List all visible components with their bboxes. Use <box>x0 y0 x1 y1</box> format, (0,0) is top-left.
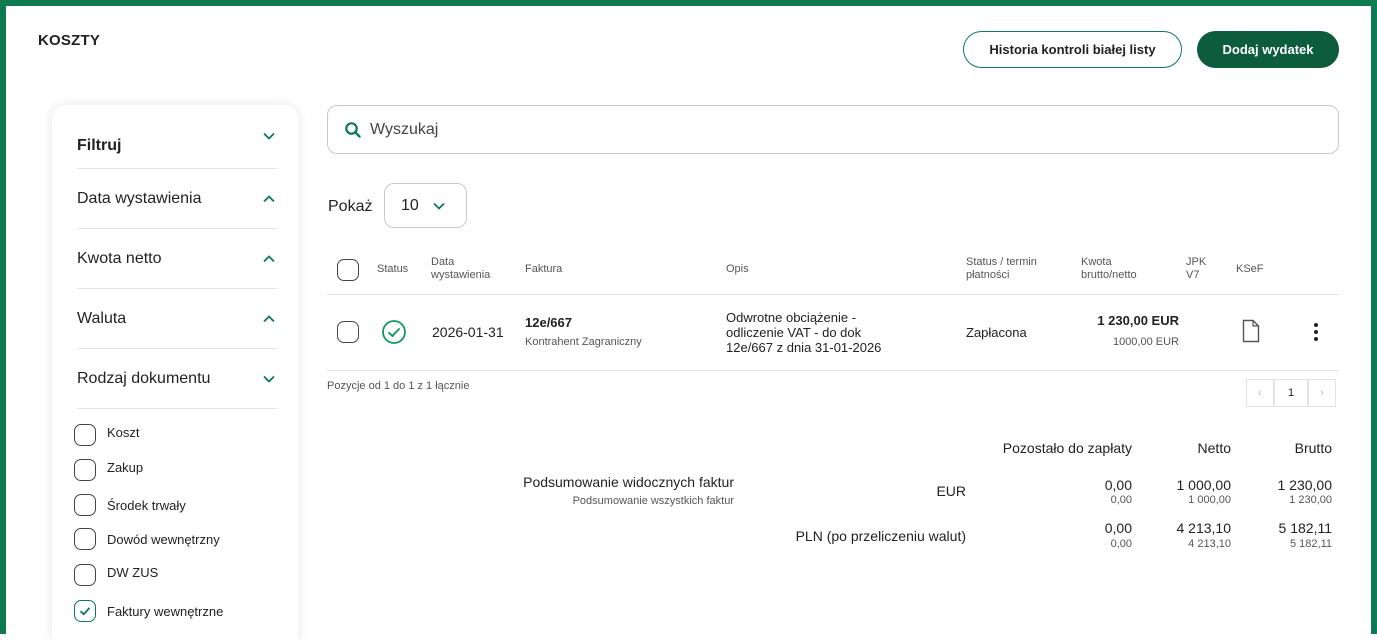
page-title: KOSZTY <box>38 32 101 49</box>
summary-pln-net: 4 213,10 <box>1176 520 1232 536</box>
checkbox-checked[interactable] <box>74 600 96 622</box>
filter-document-type[interactable]: Rodzaj dokumentu <box>77 349 277 409</box>
summary-eur-net-all: 1 000,00 <box>1188 494 1231 506</box>
chevron-down-icon <box>263 132 275 140</box>
col-issue-date: Data wystawienia <box>431 256 491 281</box>
paid-status-icon <box>382 320 406 344</box>
summary-pln-remaining: 0,00 <box>1104 520 1132 536</box>
filter-section-label: Rodzaj dokumentu <box>77 369 211 387</box>
page-size-value: 10 <box>401 196 419 214</box>
checkbox[interactable] <box>74 424 96 446</box>
checkbox-label: Dowód wewnętrzny <box>107 531 220 547</box>
row-gross-amount: 1 230,00 EUR <box>1097 313 1179 328</box>
filter-section-label: Waluta <box>77 309 127 327</box>
checkbox[interactable] <box>74 494 96 516</box>
pagination-info: Pozycje od 1 do 1 z 1 łącznie <box>327 380 470 392</box>
page-size-select[interactable]: 10 <box>384 183 467 228</box>
filter-section-label: Kwota netto <box>77 249 162 267</box>
filter-net-amount[interactable]: Kwota netto <box>77 229 277 289</box>
doctype-dw-zus[interactable]: DW ZUS <box>74 563 158 587</box>
chevron-up-icon <box>263 194 275 202</box>
doctype-dowod-wewnetrzny[interactable]: Dowód wewnętrzny <box>74 527 220 551</box>
chevron-up-icon <box>263 314 275 322</box>
chevron-down-icon <box>433 202 445 210</box>
summary-col-gross: Brutto <box>1294 440 1332 456</box>
pager-next-button[interactable]: › <box>1308 379 1336 407</box>
filter-header[interactable]: Filtruj <box>77 109 277 169</box>
checkbox-label: Środek trwały <box>107 497 186 513</box>
checkbox-label: Koszt <box>107 424 140 440</box>
description-line: odliczenie VAT - do dok <box>726 325 862 340</box>
doctype-srodek-trwaly[interactable]: Środek trwały <box>74 493 186 517</box>
header-divider <box>327 294 1339 295</box>
row-issue-date: 2026-01-31 <box>432 324 504 340</box>
chevron-up-icon <box>263 254 275 262</box>
add-expense-button[interactable]: Dodaj wydatek <box>1197 31 1339 68</box>
checkbox-label: Zakup <box>107 459 144 475</box>
row-invoice-number[interactable]: 12e/667 <box>525 315 572 330</box>
row-checkbox[interactable] <box>337 321 359 343</box>
summary-col-net: Netto <box>1197 440 1231 456</box>
page-size-label: Pokaż <box>328 198 373 215</box>
more-options-icon[interactable] <box>1312 321 1320 343</box>
filter-title: Filtruj <box>77 136 122 154</box>
filter-section-label: Data wystawienia <box>77 189 202 207</box>
summary-eur-gross-all: 1 230,00 <box>1289 494 1332 506</box>
search-placeholder: Wyszukaj <box>370 120 439 138</box>
filter-issue-date[interactable]: Data wystawienia <box>77 169 277 229</box>
row-divider <box>327 370 1339 371</box>
checkmark-icon <box>79 607 91 616</box>
checkbox[interactable] <box>74 564 96 586</box>
whitelist-history-button[interactable]: Historia kontroli białej listy <box>963 31 1182 68</box>
col-status: Status <box>377 263 409 275</box>
checkbox[interactable] <box>74 459 96 481</box>
col-description: Opis <box>726 263 749 275</box>
description-line: Odwrotne obciążenie - <box>726 310 857 325</box>
summary-pln-net-all: 4 213,10 <box>1188 538 1231 550</box>
select-all-checkbox[interactable] <box>337 259 359 281</box>
col-amount: Kwota brutto/netto <box>1081 256 1137 281</box>
summary-pln-gross: 5 182,11 <box>1278 520 1332 536</box>
chevron-down-icon <box>263 375 275 383</box>
doctype-zakup[interactable]: Zakup <box>74 458 143 482</box>
col-status-due: Status / termin płatności <box>966 256 1037 281</box>
summary-all-label: Podsumowanie wszystkich faktur <box>572 495 734 507</box>
search-icon <box>345 121 361 138</box>
summary-eur-remaining: 0,00 <box>1104 477 1132 493</box>
summary-eur-remaining-all: 0,00 <box>1110 494 1132 506</box>
checkbox-label: Faktury wewnętrzne <box>107 603 224 619</box>
checkbox[interactable] <box>74 528 96 550</box>
document-icon[interactable] <box>1241 319 1261 343</box>
pager-page-button[interactable]: 1 <box>1274 379 1308 407</box>
description-line: 12e/667 z dnia 31-01-2026 <box>726 340 882 355</box>
summary-eur-label: EUR <box>936 483 966 499</box>
col-jpk: JPK V7 <box>1186 256 1207 281</box>
doctype-koszt[interactable]: Koszt <box>74 423 140 447</box>
row-payment-status: Zapłacona <box>966 325 1027 340</box>
summary-eur-net: 1 000,00 <box>1176 477 1232 493</box>
summary-col-remaining: Pozostało do zapłaty <box>1002 440 1132 456</box>
col-ksef: KSeF <box>1236 263 1264 275</box>
row-description: Odwrotne obciążenie - odliczenie VAT - d… <box>726 310 881 355</box>
search-input[interactable]: Wyszukaj <box>327 105 1339 154</box>
doctype-faktury-wewnetrzne[interactable]: Faktury wewnętrzne <box>74 599 223 623</box>
filter-sidebar: Filtruj Data wystawienia Kwota netto Wal… <box>52 105 298 640</box>
summary-visible-label: Podsumowanie widocznych faktur <box>523 474 734 490</box>
row-contractor: Kontrahent Zagraniczny <box>525 336 642 348</box>
summary-eur-gross: 1 230,00 <box>1277 477 1333 493</box>
checkbox-label: DW ZUS <box>107 564 159 580</box>
filter-currency[interactable]: Waluta <box>77 289 277 349</box>
page-frame: KOSZTY Historia kontroli białej listy Do… <box>0 0 1377 640</box>
summary-pln-gross-all: 5 182,11 <box>1289 538 1332 550</box>
row-net-amount: 1000,00 EUR <box>1112 336 1179 348</box>
pager-prev-button[interactable]: ‹ <box>1246 379 1274 407</box>
summary-pln-label: PLN (po przeliczeniu walut) <box>795 528 966 544</box>
summary-pln-remaining-all: 0,00 <box>1110 538 1132 550</box>
col-invoice: Faktura <box>525 263 563 275</box>
